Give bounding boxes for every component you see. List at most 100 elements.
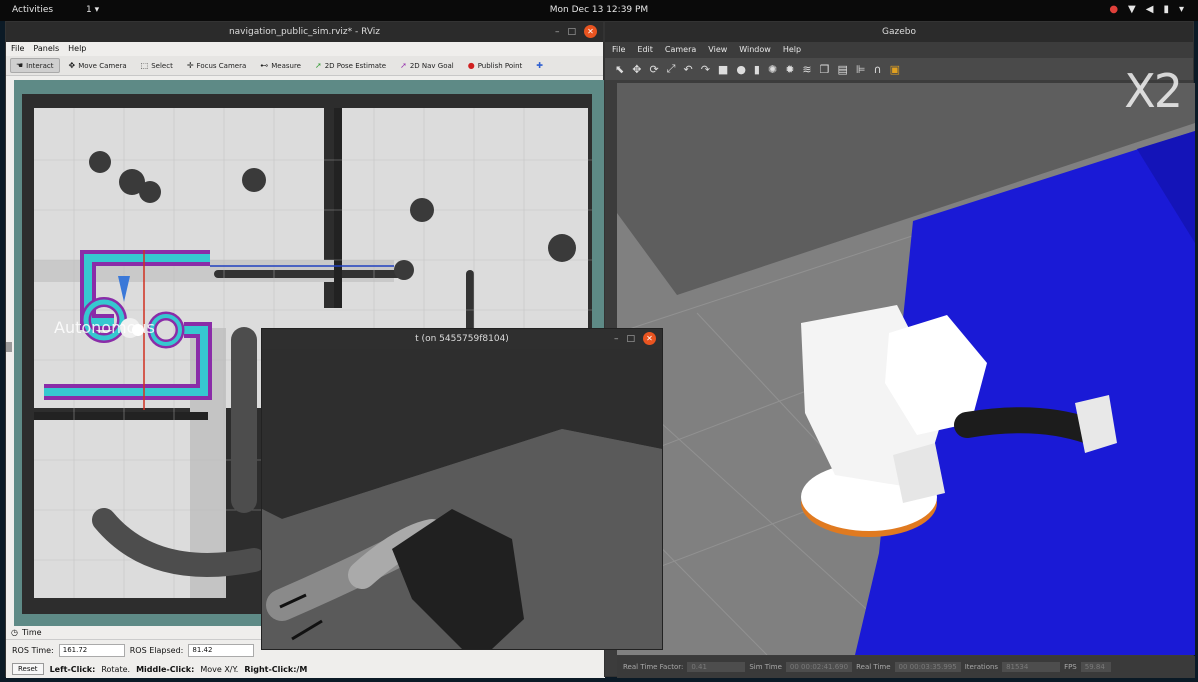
measure-icon: ⊷ bbox=[260, 61, 269, 70]
directional-light-icon[interactable]: ≋ bbox=[802, 63, 811, 76]
hint-middle-action: Move X/Y. bbox=[200, 664, 239, 674]
gazebo-window: Gazebo File Edit Camera View Window Help… bbox=[604, 21, 1195, 678]
gz-menu-view[interactable]: View bbox=[708, 45, 727, 55]
close-icon[interactable]: ✕ bbox=[584, 25, 597, 38]
publish-point-tool-button[interactable]: ● Publish Point bbox=[463, 59, 528, 72]
power-menu-icon[interactable]: ▾ bbox=[1179, 4, 1184, 15]
tool-label: Focus Camera bbox=[196, 61, 247, 70]
autonomous-overlay-text: Autonomous bbox=[54, 318, 155, 337]
tool-label: Measure bbox=[271, 61, 301, 70]
rviz-menubar: File Panels Help bbox=[6, 42, 603, 56]
move-camera-tool-button[interactable]: ✥ Move Camera bbox=[64, 59, 132, 72]
menu-help[interactable]: Help bbox=[68, 44, 86, 54]
interact-icon: ☚ bbox=[16, 61, 24, 70]
ros-time-field[interactable]: 161.72 bbox=[58, 644, 125, 657]
menu-file[interactable]: File bbox=[11, 44, 24, 54]
real-time-value: 00 00:03:35.995 bbox=[894, 662, 961, 672]
tool-label: Move Camera bbox=[78, 61, 127, 70]
minimize-icon[interactable]: – bbox=[614, 334, 619, 344]
iterations-label: Iterations bbox=[964, 663, 999, 671]
undo-icon[interactable]: ↶ bbox=[683, 63, 692, 76]
select-icon: ⬚ bbox=[140, 61, 149, 70]
tool-label: Select bbox=[151, 61, 173, 70]
sphere-shape-icon[interactable]: ● bbox=[736, 63, 746, 76]
reset-button[interactable]: Reset bbox=[12, 663, 44, 675]
tool-label: Publish Point bbox=[477, 61, 523, 70]
wifi-icon[interactable]: ▼ bbox=[1128, 4, 1136, 15]
camera-window-title: t (on 5455759f8104) bbox=[415, 334, 509, 344]
spot-light-icon[interactable]: ✹ bbox=[785, 63, 794, 76]
rtf-label: Real Time Factor: bbox=[623, 663, 684, 671]
fps-label: FPS bbox=[1064, 663, 1077, 671]
fps-value: 59.84 bbox=[1080, 662, 1111, 672]
focus-camera-tool-button[interactable]: ✛ Focus Camera bbox=[182, 59, 251, 72]
real-time-label: Real Time bbox=[856, 663, 891, 671]
gz-menu-camera[interactable]: Camera bbox=[665, 45, 696, 55]
gz-menu-window[interactable]: Window bbox=[739, 45, 771, 55]
minimize-icon[interactable]: – bbox=[555, 27, 560, 37]
sim-time-value: 00 00:02:41.690 bbox=[785, 662, 853, 672]
pose-estimate-icon: ➚ bbox=[314, 61, 322, 70]
gz-menu-file[interactable]: File bbox=[612, 45, 625, 55]
rviz-window-title: navigation_public_sim.rviz* - RViz bbox=[228, 27, 381, 37]
clock-icon: ◷ bbox=[11, 628, 18, 637]
time-panel-title: Time bbox=[21, 628, 42, 637]
status-bar: Reset Left-Click: Rotate. Middle-Click: … bbox=[6, 661, 605, 677]
pose-estimate-tool-button[interactable]: ➚ 2D Pose Estimate bbox=[310, 59, 391, 72]
screenshot-icon[interactable]: ▣ bbox=[890, 63, 900, 76]
gz-menu-help[interactable]: Help bbox=[783, 45, 801, 55]
nav-goal-icon: ➚ bbox=[400, 61, 407, 70]
tool-label: 2D Pose Estimate bbox=[324, 61, 387, 70]
gazebo-3d-view[interactable] bbox=[617, 83, 1195, 655]
gazebo-status-bar: Real Time Factor: 0.41 Sim Time 00 00:02… bbox=[617, 656, 1195, 678]
paste-icon[interactable]: ▤ bbox=[838, 63, 848, 76]
plus-icon: ✚ bbox=[536, 61, 543, 70]
hint-left-click: Left-Click: bbox=[49, 664, 96, 674]
hint-right-click: Right-Click:/M bbox=[244, 664, 308, 674]
interact-tool-button[interactable]: ☚ Interact bbox=[10, 58, 60, 73]
ros-elapsed-field[interactable]: 81.42 bbox=[188, 644, 255, 657]
select-mode-icon[interactable]: ⬉ bbox=[615, 63, 624, 76]
rviz-titlebar[interactable]: navigation_public_sim.rviz* - RViz – □ ✕ bbox=[6, 22, 603, 42]
measure-tool-button[interactable]: ⊷ Measure bbox=[255, 59, 306, 72]
menu-panels[interactable]: Panels bbox=[33, 44, 59, 54]
camera-image-view bbox=[262, 349, 662, 649]
scale-mode-icon[interactable]: ⤢ bbox=[667, 62, 676, 76]
nav-goal-tool-button[interactable]: ➚ 2D Nav Goal bbox=[395, 59, 459, 72]
rtf-value: 0.41 bbox=[687, 662, 746, 672]
cylinder-shape-icon[interactable]: ▮ bbox=[754, 63, 760, 76]
focus-camera-icon: ✛ bbox=[186, 61, 194, 70]
gz-menu-edit[interactable]: Edit bbox=[637, 45, 653, 55]
gazebo-titlebar[interactable]: Gazebo bbox=[605, 22, 1193, 42]
gazebo-toolbar: ⬉ ✥ ⟳ ⤢ ↶ ↷ ■ ● ▮ ✺ ✹ ≋ ❐ ▤ ⊫ ∩ ▣ bbox=[605, 58, 1193, 80]
panel-collapse-handle[interactable] bbox=[6, 342, 12, 352]
camera-image-window: t (on 5455759f8104) – □ ✕ bbox=[261, 328, 663, 650]
clock[interactable]: Mon Dec 13 12:39 PM bbox=[0, 5, 1198, 15]
move-camera-icon: ✥ bbox=[68, 61, 76, 70]
copy-icon[interactable]: ❐ bbox=[820, 63, 830, 76]
maximize-icon[interactable]: □ bbox=[567, 27, 576, 37]
maximize-icon[interactable]: □ bbox=[626, 334, 635, 344]
volume-icon[interactable]: ◀ bbox=[1146, 4, 1154, 15]
battery-icon[interactable]: ▮ bbox=[1163, 4, 1169, 15]
add-tool-button[interactable]: ✚ bbox=[531, 59, 548, 72]
tool-label: Interact bbox=[26, 61, 54, 70]
ros-time-label: ROS Time: bbox=[12, 646, 54, 655]
close-icon[interactable]: ✕ bbox=[643, 332, 656, 345]
rotate-mode-icon[interactable]: ⟳ bbox=[649, 63, 658, 76]
rviz-toolbar: ☚ Interact ✥ Move Camera ⬚ Select ✛ Focus Ca… bbox=[6, 56, 603, 76]
box-shape-icon[interactable]: ■ bbox=[718, 63, 728, 76]
system-tray[interactable]: ● ▼ ◀ ▮ ▾ bbox=[1109, 4, 1184, 15]
align-icon[interactable]: ⊫ bbox=[856, 63, 866, 76]
select-tool-button[interactable]: ⬚ Select bbox=[136, 59, 178, 72]
record-icon[interactable]: ● bbox=[1109, 4, 1118, 15]
desktop: Activities 1 ▾ Mon Dec 13 12:39 PM ● ▼ ◀… bbox=[0, 0, 1198, 682]
tool-label: 2D Nav Goal bbox=[409, 61, 454, 70]
translate-mode-icon[interactable]: ✥ bbox=[632, 63, 641, 76]
ros-elapsed-label: ROS Elapsed: bbox=[129, 646, 184, 655]
redo-icon[interactable]: ↷ bbox=[701, 63, 710, 76]
snap-icon[interactable]: ∩ bbox=[874, 63, 882, 76]
camera-window-titlebar[interactable]: t (on 5455759f8104) – □ ✕ bbox=[262, 329, 662, 349]
sim-time-label: Sim Time bbox=[749, 663, 782, 671]
point-light-icon[interactable]: ✺ bbox=[768, 63, 777, 76]
